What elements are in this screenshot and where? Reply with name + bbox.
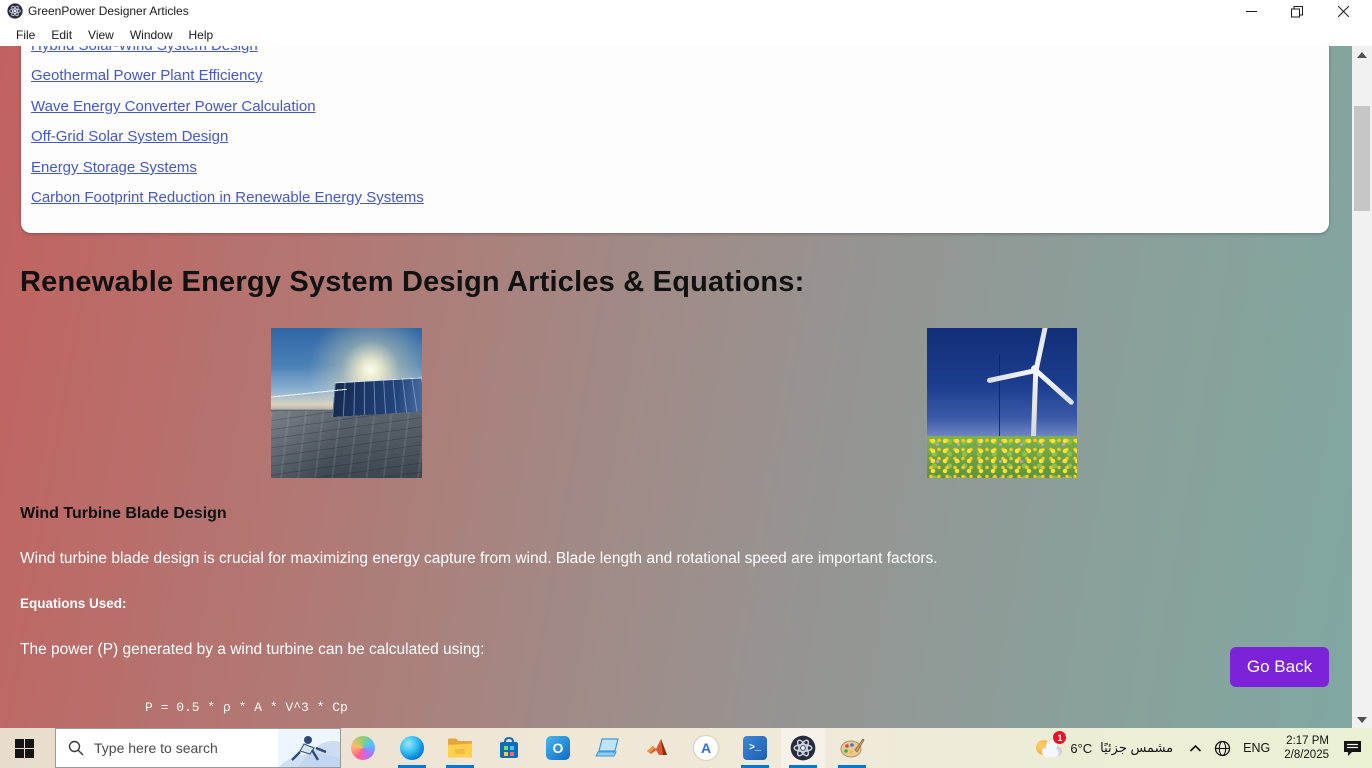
- menu-window[interactable]: Window: [122, 26, 181, 44]
- taskbar-search[interactable]: [55, 728, 341, 768]
- microsoft-store-icon: [497, 736, 521, 760]
- weather-condition: مشمس جزئيًا: [1100, 740, 1173, 756]
- title-bar: GreenPower Designer Articles: [0, 0, 1372, 23]
- taskbar: O A >_: [0, 728, 1372, 768]
- search-input[interactable]: [94, 740, 278, 756]
- search-highlight-graphic[interactable]: [278, 728, 340, 768]
- language-label: ENG: [1243, 741, 1270, 755]
- laptop-icon: [595, 737, 621, 759]
- equation-intro: The power (P) generated by a wind turbin…: [20, 641, 484, 659]
- menu-bar: File Edit View Window Help: [0, 23, 1372, 46]
- page-title: Renewable Energy System Design Articles …: [20, 266, 805, 299]
- search-icon: [68, 740, 84, 756]
- menu-edit[interactable]: Edit: [43, 26, 80, 44]
- network-globe[interactable]: [1208, 728, 1237, 768]
- vertical-scrollbar[interactable]: [1352, 46, 1372, 728]
- taskbar-pc-app[interactable]: [586, 728, 630, 768]
- clock[interactable]: 2:17 PM 2/8/2025: [1276, 734, 1337, 762]
- copilot-icon: [351, 736, 375, 760]
- greenpower-app-icon: [790, 735, 816, 761]
- clock-date: 2/8/2025: [1284, 748, 1329, 762]
- scrollbar-thumb[interactable]: [1354, 106, 1370, 211]
- notification-icon: [1343, 740, 1362, 757]
- weather-icon: 1: [1036, 734, 1064, 762]
- section-title: Wind Turbine Blade Design: [20, 505, 227, 523]
- go-back-button[interactable]: Go Back: [1230, 647, 1329, 687]
- taskbar-copilot[interactable]: [341, 728, 385, 768]
- menu-file[interactable]: File: [8, 26, 43, 44]
- link-geothermal[interactable]: Geothermal Power Plant Efficiency: [31, 67, 263, 84]
- link-energy-storage[interactable]: Energy Storage Systems: [31, 159, 197, 176]
- link-hybrid-solar-wind[interactable]: Hybrid Solar-Wind System Design: [31, 46, 258, 54]
- tray-chevron[interactable]: [1183, 728, 1208, 768]
- file-explorer-icon: [447, 737, 473, 759]
- powershell-icon: >_: [743, 736, 767, 760]
- close-button[interactable]: [1320, 0, 1366, 23]
- start-button[interactable]: [0, 728, 48, 768]
- wind-turbine-hub: [1031, 365, 1039, 373]
- system-tray: 1 6°C مشمس جزئيًا ENG 2: [1030, 728, 1372, 768]
- app-a-icon: A: [694, 736, 718, 760]
- matlab-icon: [645, 737, 669, 759]
- taskbar-powershell[interactable]: >_: [733, 728, 777, 768]
- action-center-button[interactable]: [1337, 728, 1372, 768]
- taskbar-file-explorer[interactable]: [438, 728, 482, 768]
- weather-badge: 1: [1053, 731, 1066, 744]
- scroll-down-icon: [1357, 717, 1367, 723]
- solar-panels-photo: [271, 328, 422, 478]
- outlook-icon: O: [546, 736, 570, 760]
- paint-icon: [839, 736, 865, 760]
- taskbar-paint[interactable]: [830, 728, 874, 768]
- wind-turbine-photo: [927, 328, 1077, 478]
- weather-widget[interactable]: 1 6°C مشمس جزئيًا: [1030, 728, 1183, 768]
- minimize-icon: [1246, 6, 1257, 17]
- screen: GreenPower Designer Articles File Edit V…: [0, 0, 1372, 768]
- wind-photo-antenna: [999, 354, 1000, 444]
- taskbar-edge[interactable]: [390, 728, 434, 768]
- windows-logo-icon: [15, 739, 34, 758]
- app-a-glyph: A: [701, 740, 711, 756]
- outlook-glyph: O: [553, 740, 564, 756]
- menu-help[interactable]: Help: [181, 26, 222, 44]
- taskbar-greenpower-active[interactable]: [781, 728, 825, 768]
- chevron-up-icon: [1189, 744, 1202, 753]
- minimize-button[interactable]: [1228, 0, 1274, 23]
- wind-photo-flower-field: [927, 436, 1077, 478]
- restore-icon: [1291, 6, 1303, 18]
- cloud-icon: [1042, 746, 1062, 757]
- article-links-panel: Hybrid Solar-Wind System Design Geotherm…: [21, 46, 1329, 233]
- menu-view[interactable]: View: [80, 26, 122, 44]
- weather-temp: 6°C: [1070, 741, 1092, 756]
- article-paragraph: Wind turbine blade design is crucial for…: [20, 550, 938, 568]
- window-title: GreenPower Designer Articles: [28, 4, 189, 18]
- equations-used-label: Equations Used:: [20, 596, 127, 611]
- powershell-glyph: >_: [749, 743, 761, 754]
- taskbar-outlook[interactable]: O: [536, 728, 580, 768]
- scroll-up-button[interactable]: [1352, 46, 1372, 63]
- taskbar-store[interactable]: [487, 728, 531, 768]
- taskbar-matlab[interactable]: [635, 728, 679, 768]
- globe-icon: [1214, 740, 1231, 757]
- content-area: Hybrid Solar-Wind System Design Geotherm…: [0, 46, 1372, 728]
- link-offgrid-solar[interactable]: Off-Grid Solar System Design: [31, 128, 228, 145]
- language-indicator[interactable]: ENG: [1237, 728, 1276, 768]
- link-carbon-footprint[interactable]: Carbon Footprint Reduction in Renewable …: [31, 189, 424, 206]
- app-logo-icon: [7, 3, 23, 19]
- scroll-down-button[interactable]: [1352, 711, 1372, 728]
- clock-time: 2:17 PM: [1286, 734, 1329, 748]
- close-icon: [1338, 6, 1349, 17]
- restore-button[interactable]: [1274, 0, 1320, 23]
- edge-icon: [400, 736, 424, 760]
- scroll-up-icon: [1357, 52, 1367, 58]
- power-equation: P = 0.5 * ρ * A * V^3 * Cp: [145, 700, 348, 715]
- taskbar-app-a[interactable]: A: [684, 728, 728, 768]
- link-wave-energy[interactable]: Wave Energy Converter Power Calculation: [31, 98, 316, 115]
